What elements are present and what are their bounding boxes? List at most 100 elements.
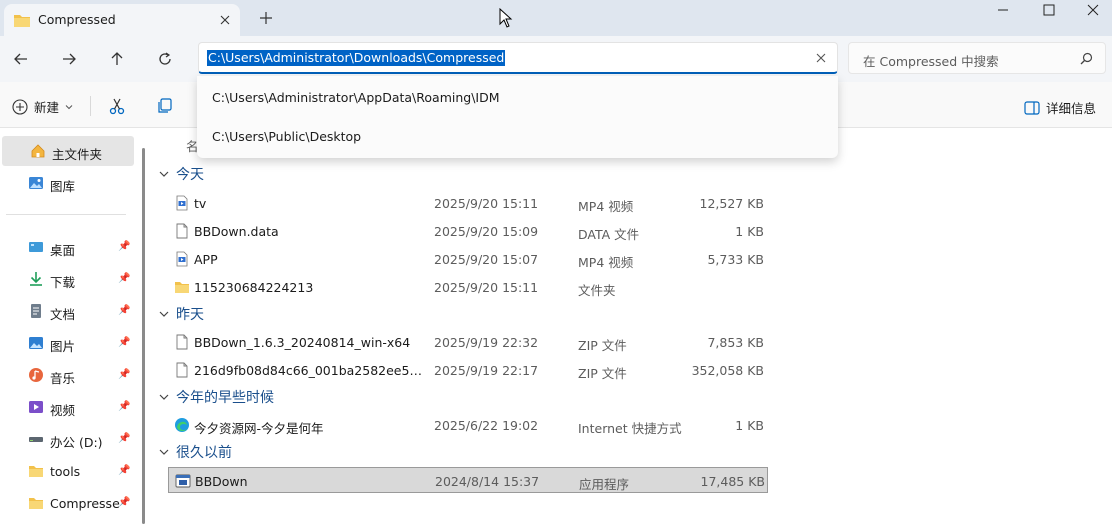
file-date: 2025/9/19 22:32	[434, 335, 539, 350]
file-date: 2025/9/20 15:09	[434, 224, 539, 239]
folder-icon	[29, 498, 43, 509]
sidebar-item-pictures[interactable]: 图片 📌	[0, 328, 134, 358]
home-icon	[31, 144, 45, 158]
file-icon	[176, 334, 188, 350]
pin-icon: 📌	[118, 305, 131, 316]
sidebar-item-label: 下载	[50, 275, 76, 290]
sidebar-item-desktop[interactable]: 桌面 📌	[0, 232, 134, 262]
file-type: MP4 视频	[578, 199, 634, 214]
file-name: APP	[194, 252, 218, 267]
address-path-text[interactable]: C:\Users\Administrator\Downloads\Compres…	[207, 50, 506, 66]
details-pane-button[interactable]: 详细信息	[1024, 98, 1096, 117]
edge-shortcut-icon	[175, 418, 189, 432]
sidebar-item-label: 办公 (D:)	[50, 435, 103, 450]
group-header[interactable]: 昨天	[158, 302, 204, 326]
new-tab-button[interactable]	[254, 6, 278, 30]
clear-address-button[interactable]	[813, 50, 829, 66]
group-header[interactable]: 很久以前	[158, 440, 232, 464]
file-type: DATA 文件	[578, 227, 640, 242]
file-row[interactable]: BBDown_1.6.3_20240814_win-x64 2025/9/19 …	[168, 329, 768, 355]
details-label: 详细信息	[1046, 101, 1097, 116]
group-label: 昨天	[176, 307, 204, 323]
sidebar-item-downloads[interactable]: 下载 📌	[0, 264, 134, 294]
search-placeholder: 在 Compressed 中搜索	[863, 54, 999, 69]
sidebar-item-label: tools	[50, 464, 81, 479]
group-label: 今天	[176, 167, 204, 183]
sidebar-item-compressed[interactable]: Compressed 📌	[0, 488, 134, 518]
sidebar-scrollbar[interactable]	[142, 148, 145, 524]
sidebar-item-label: Compressed	[50, 496, 120, 511]
group-label: 今年的早些时候	[176, 390, 274, 406]
tab-close-button[interactable]	[214, 9, 236, 31]
file-name: 115230684224213	[194, 280, 314, 295]
back-button[interactable]	[6, 45, 36, 73]
arrow-up-icon	[111, 52, 123, 65]
file-type: MP4 视频	[578, 255, 634, 270]
file-date: 2025/9/20 15:11	[434, 280, 539, 295]
search-icon[interactable]	[1080, 52, 1093, 65]
suggestion-item[interactable]: C:\Users\Public\Desktop	[212, 129, 361, 144]
pin-icon: 📌	[118, 337, 131, 348]
plus-icon	[260, 12, 272, 24]
minimize-button[interactable]	[980, 0, 1026, 20]
sidebar-item-music[interactable]: 音乐 📌	[0, 360, 134, 390]
video-file-icon	[176, 195, 188, 211]
sidebar-item-label: 文档	[50, 307, 76, 322]
sidebar-item-label: 图片	[50, 339, 76, 354]
group-header[interactable]: 今年的早些时候	[158, 385, 274, 409]
group-header[interactable]: 今天	[158, 162, 204, 186]
file-name: BBDown.data	[194, 224, 279, 239]
search-box[interactable]: 在 Compressed 中搜索	[848, 42, 1106, 74]
file-row[interactable]: 今夕资源网-今夕是何年 2025/6/22 19:02 Internet 快捷方…	[168, 412, 768, 438]
copy-icon[interactable]	[156, 97, 174, 115]
sidebar-item-documents[interactable]: 文档 📌	[0, 296, 134, 326]
file-size: 5,733 KB	[707, 252, 764, 267]
file-size: 7,853 KB	[707, 335, 764, 350]
file-date: 2025/6/22 19:02	[434, 418, 539, 433]
file-row[interactable]: tv 2025/9/20 15:11 MP4 视频 12,527 KB	[168, 190, 768, 216]
file-row-selected[interactable]: BBDown 2024/8/14 15:37 应用程序 17,485 KB	[168, 467, 768, 493]
sidebar-item-label: 音乐	[50, 371, 76, 386]
sidebar-divider	[6, 214, 126, 215]
cut-icon[interactable]	[108, 97, 126, 115]
file-icon	[176, 362, 188, 378]
file-row[interactable]: APP 2025/9/20 15:07 MP4 视频 5,733 KB	[168, 246, 768, 272]
file-size: 1 KB	[735, 224, 764, 239]
sidebar-item-tools[interactable]: tools 📌	[0, 456, 134, 486]
details-pane-icon	[1024, 100, 1040, 115]
suggestion-item[interactable]: C:\Users\Administrator\AppData\Roaming\I…	[212, 90, 500, 105]
file-row[interactable]: BBDown.data 2025/9/20 15:09 DATA 文件 1 KB	[168, 218, 768, 244]
forward-button[interactable]	[54, 45, 84, 73]
file-name: BBDown_1.6.3_20240814_win-x64	[194, 335, 411, 350]
file-row[interactable]: 216d9fb08d84c66_001ba2582ee58e7... 2025/…	[168, 357, 768, 383]
sidebar-item-drive-d[interactable]: 办公 (D:) 📌	[0, 424, 134, 454]
maximize-icon	[1043, 4, 1055, 16]
file-type: ZIP 文件	[578, 366, 627, 381]
navigation-pane: 主文件夹 图库 桌面 📌 下载 📌 文档 📌 图片 📌 音乐 📌 视频 📌 办公…	[0, 128, 146, 524]
refresh-button[interactable]	[150, 45, 180, 73]
pin-icon: 📌	[118, 497, 131, 508]
file-name: BBDown	[195, 474, 248, 489]
sidebar-item-home[interactable]: 主文件夹	[2, 136, 134, 166]
close-icon	[220, 15, 230, 25]
sidebar-item-gallery[interactable]: 图库	[0, 168, 134, 198]
up-button[interactable]	[102, 45, 132, 73]
file-icon	[176, 223, 188, 239]
address-bar[interactable]: C:\Users\Administrator\Downloads\Compres…	[198, 42, 838, 74]
title-bar: Compressed	[0, 0, 1112, 36]
sidebar-item-videos[interactable]: 视频 📌	[0, 392, 134, 422]
file-size: 17,485 KB	[700, 474, 765, 489]
tab-compressed[interactable]: Compressed	[4, 4, 240, 36]
video-file-icon	[176, 251, 188, 267]
desktop-icon	[29, 242, 43, 252]
close-window-button[interactable]	[1070, 0, 1112, 20]
mouse-cursor-icon	[499, 8, 513, 28]
file-type: Internet 快捷方式	[578, 421, 682, 436]
download-icon	[30, 272, 42, 286]
address-suggestions-dropdown: C:\Users\Administrator\AppData\Roaming\I…	[197, 76, 838, 158]
file-row[interactable]: 115230684224213 2025/9/20 15:11 文件夹	[168, 274, 768, 300]
sidebar-item-label: 主文件夹	[52, 147, 103, 162]
drive-icon	[29, 437, 43, 442]
new-button[interactable]: 新建	[12, 97, 73, 116]
maximize-button[interactable]	[1026, 0, 1072, 20]
